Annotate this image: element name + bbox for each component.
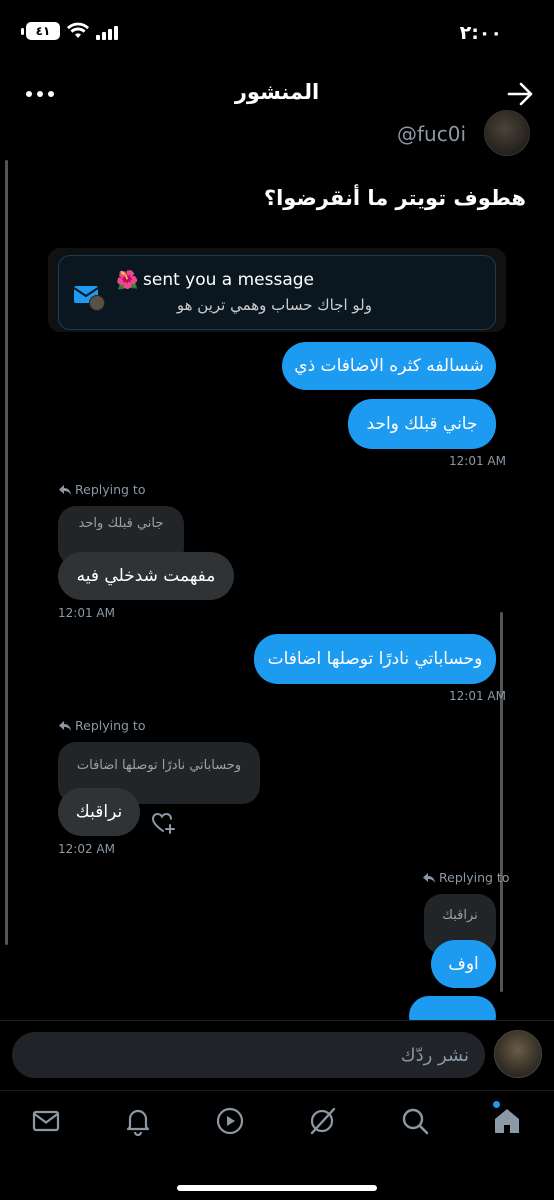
message-bubble-sent[interactable]: جاني قبلك واحد	[348, 399, 496, 449]
play-icon[interactable]	[215, 1106, 245, 1136]
page-title: المنشور	[234, 80, 320, 104]
author-row: @fuc0i	[0, 108, 554, 158]
bottom-nav	[0, 1090, 554, 1200]
message-bubble-sent[interactable]: شسالفه كثره الاضافات ذي	[282, 342, 496, 390]
flower-emoji: 🌺	[116, 270, 139, 291]
replying-to-label: Replying to	[58, 482, 145, 497]
signal-icon	[96, 22, 120, 40]
battery-icon: ٤١	[26, 22, 60, 40]
reply-arrow-icon	[59, 484, 71, 495]
status-time: ٢:٠٠	[459, 22, 502, 44]
bell-icon[interactable]	[123, 1106, 153, 1136]
home-indicator	[177, 1185, 377, 1191]
search-icon[interactable]	[400, 1106, 430, 1136]
sender-avatar	[89, 295, 105, 311]
replying-to-label: Replying to	[58, 718, 145, 733]
author-avatar[interactable]	[484, 110, 530, 156]
notification-subtitle: ولو اجاك حساب وهمي ترين هو	[176, 296, 372, 314]
replying-to-text: Replying to	[75, 482, 146, 497]
message-bubble-sent[interactable]: اوف	[431, 940, 496, 988]
message-bubble-received[interactable]: مفهمت شدخلي فيه	[58, 552, 234, 600]
message-timestamp: 12:01 AM	[449, 454, 506, 468]
message-bubble-sent[interactable]: وحساباتي نادرًا توصلها اضافات	[254, 634, 496, 684]
replying-to-text: Replying to	[75, 718, 146, 733]
notification-card	[58, 255, 496, 330]
back-arrow-icon[interactable]	[504, 78, 536, 110]
wifi-icon	[67, 22, 89, 38]
replying-to-text: Replying to	[439, 870, 510, 885]
reply-arrow-icon	[423, 872, 435, 883]
status-bar: ٢:٠٠ ٤١	[0, 0, 554, 70]
replying-to-label: Replying to	[422, 870, 509, 885]
message-bubble-received[interactable]: نراقبك	[58, 788, 140, 836]
user-avatar[interactable]	[494, 1030, 542, 1078]
battery-cap	[21, 28, 24, 35]
add-reaction-icon[interactable]	[151, 811, 177, 835]
reply-arrow-icon	[59, 720, 71, 731]
message-timestamp: 12:01 AM	[58, 606, 115, 620]
scrollbar[interactable]	[5, 160, 8, 945]
reply-input[interactable]	[12, 1032, 485, 1078]
notification-title: sent you a message	[143, 270, 315, 290]
home-icon[interactable]	[492, 1106, 522, 1136]
message-timestamp: 12:02 AM	[58, 842, 115, 856]
scrollbar[interactable]	[500, 612, 503, 992]
message-timestamp: 12:01 AM	[449, 689, 506, 703]
mail-icon[interactable]	[31, 1106, 61, 1136]
author-handle[interactable]: @fuc0i	[397, 122, 466, 146]
post-text: هطوف تويتر ما أنقرضوا؟	[263, 186, 526, 210]
grok-icon[interactable]	[307, 1106, 337, 1136]
